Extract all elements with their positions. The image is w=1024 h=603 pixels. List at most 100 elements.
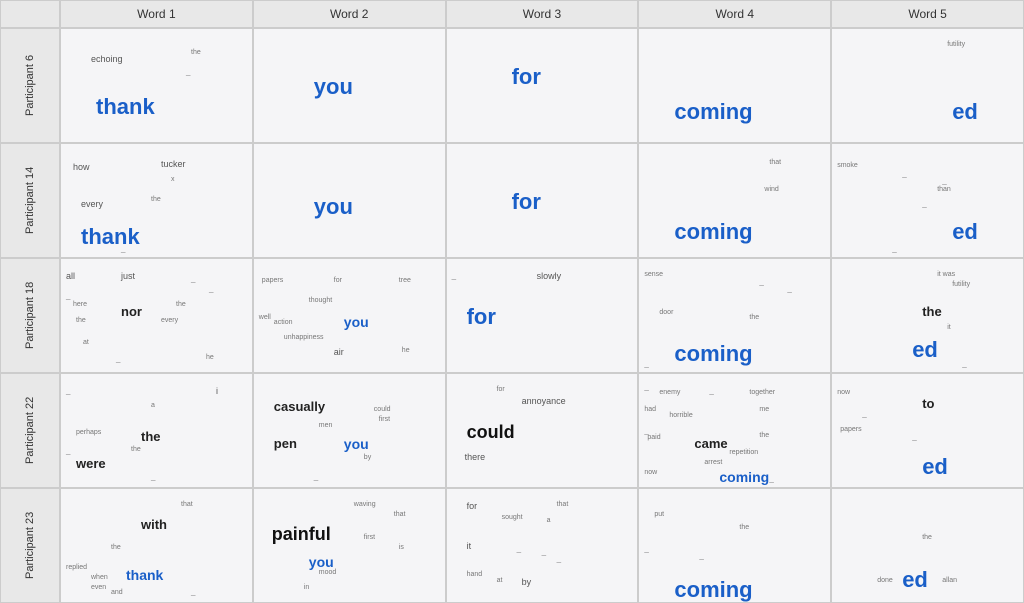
col-header-1: Word 1 xyxy=(60,0,253,28)
word-item: the xyxy=(131,446,141,453)
word-item: papers xyxy=(262,277,283,284)
word-item: _ xyxy=(962,359,966,368)
word-item: futility xyxy=(947,41,965,48)
cell-r2c3: sense__doorthecoming_ xyxy=(638,258,831,373)
word-item: tucker xyxy=(161,159,186,169)
word-item: futility xyxy=(952,281,970,288)
cell-r4c2: forthatsoughtait___handatby xyxy=(446,488,639,603)
corner-spacer xyxy=(0,0,60,28)
word-item: painful xyxy=(272,524,331,545)
word-item: _ xyxy=(644,544,648,553)
word-item: _ xyxy=(517,544,521,553)
word-item: came xyxy=(694,436,727,451)
word-item: he xyxy=(206,354,214,361)
cell-r4c3: putthe__coming xyxy=(638,488,831,603)
word-item: with xyxy=(141,517,167,532)
word-item: that xyxy=(181,501,193,508)
word-item: for xyxy=(334,277,342,284)
word-item: thank xyxy=(81,224,140,250)
word-item: even xyxy=(91,584,106,591)
word-item: coming xyxy=(719,469,769,485)
word-item: paid xyxy=(647,434,660,441)
word-item: _ xyxy=(191,274,195,283)
cell-r2c4: it wasfutilitytheited_ xyxy=(831,258,1024,373)
word-item: _ xyxy=(116,354,120,363)
word-item: hand xyxy=(467,571,483,578)
word-item: allan xyxy=(942,577,957,584)
word-item: x xyxy=(171,176,175,183)
row-header-p14: Participant 14 xyxy=(0,143,60,258)
word-item: pen xyxy=(274,436,297,451)
word-item: casually xyxy=(274,399,325,414)
col-header-2: Word 2 xyxy=(253,0,446,28)
word-item: well xyxy=(259,314,271,321)
word-item: that xyxy=(769,159,781,166)
row-header-p6: Participant 6 xyxy=(0,28,60,143)
cell-r3c1: casuallycouldfirstmenpenyouby_ xyxy=(253,373,446,488)
word-item: mood xyxy=(319,569,337,576)
word-item: first xyxy=(379,416,390,423)
col-header-4: Word 4 xyxy=(638,0,831,28)
word-item: nor xyxy=(121,304,142,319)
word-item: ed xyxy=(922,454,948,480)
word-item: _ xyxy=(209,284,213,293)
word-item: done xyxy=(877,577,893,584)
word-item: _ xyxy=(912,432,916,441)
word-item: _ xyxy=(709,386,713,395)
word-item: _ xyxy=(557,554,561,563)
word-item: coming xyxy=(674,577,752,603)
word-item: tree xyxy=(399,277,411,284)
cell-r0c3: coming xyxy=(638,28,831,143)
col-header-5: Word 5 xyxy=(831,0,1024,28)
word-item: all xyxy=(66,271,75,281)
word-item: that xyxy=(557,501,569,508)
word-item: sought xyxy=(502,514,523,521)
word-item: me xyxy=(759,406,769,413)
word-item: thought xyxy=(309,297,332,304)
cell-r0c0: echoingthe_thank xyxy=(60,28,253,143)
word-item: the xyxy=(191,49,201,56)
cell-r0c1: you xyxy=(253,28,446,143)
word-item: repetition xyxy=(729,449,758,456)
row-header-p23: Participant 23 xyxy=(0,488,60,603)
word-item: every xyxy=(161,317,178,324)
word-item: a xyxy=(547,517,551,524)
word-item: a xyxy=(151,402,155,409)
word-item: _ xyxy=(892,244,896,253)
word-item: you xyxy=(314,74,353,100)
word-item: had xyxy=(644,406,656,413)
main-grid: Word 1 Word 2 Word 3 Word 4 Word 5 Parti… xyxy=(0,0,1024,578)
cell-r1c4: smoke__than_ed_ xyxy=(831,143,1024,258)
cell-r3c0: _iaperhapsthe_werethe_ xyxy=(60,373,253,488)
word-item: the xyxy=(759,432,769,439)
word-item: for xyxy=(512,189,541,215)
word-item: there xyxy=(465,452,486,462)
row-header-p22: Participant 22 xyxy=(0,373,60,488)
word-item: replied xyxy=(66,564,87,571)
word-item: together xyxy=(749,389,775,396)
word-item: enemy xyxy=(659,389,680,396)
word-item: now xyxy=(644,469,657,476)
word-item: here xyxy=(73,301,87,308)
word-item: it xyxy=(467,541,472,551)
word-item: _ xyxy=(314,472,318,481)
word-item: the xyxy=(749,314,759,321)
word-item: the xyxy=(176,301,186,308)
word-item: for xyxy=(512,64,541,90)
word-item: at xyxy=(497,577,503,584)
word-item: to xyxy=(922,396,934,411)
word-item: door xyxy=(659,309,673,316)
word-item: _ xyxy=(759,277,763,286)
cell-r3c4: nowto_papers_ed xyxy=(831,373,1024,488)
word-item: and xyxy=(111,589,123,596)
cell-r3c3: _enemy_togetherhadhorribleme_paidcamethe… xyxy=(638,373,831,488)
word-item: ed xyxy=(912,337,938,363)
word-item: the xyxy=(922,534,932,541)
word-item: were xyxy=(76,456,106,471)
word-item: _ xyxy=(151,472,155,481)
word-item: papers xyxy=(840,426,861,433)
word-item: perhaps xyxy=(76,429,101,436)
word-item: is xyxy=(399,544,404,551)
word-item: the xyxy=(151,196,161,203)
word-item: you xyxy=(314,194,353,220)
